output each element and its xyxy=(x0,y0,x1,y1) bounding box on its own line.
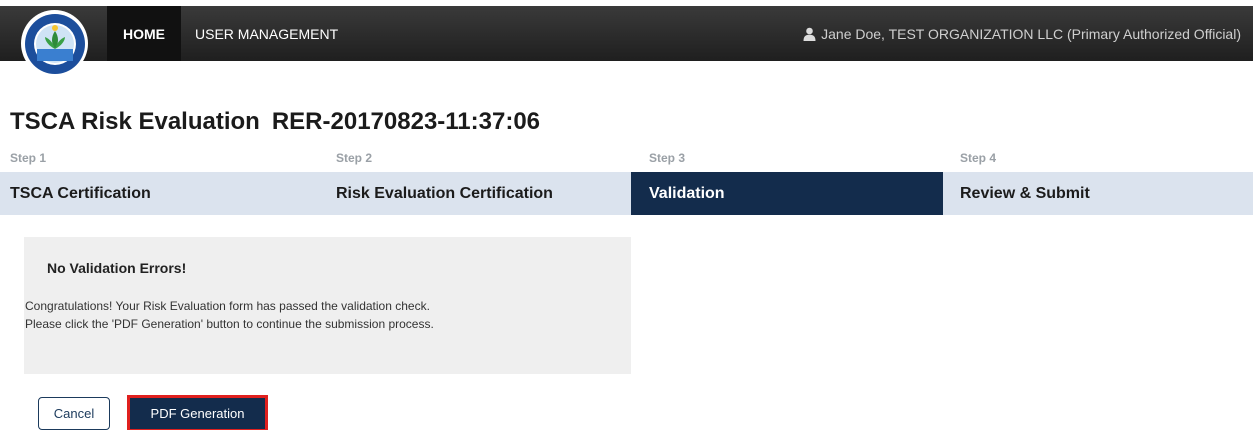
epa-seal-icon xyxy=(24,13,85,74)
page-title: TSCA Risk Evaluation RER-20170823-11:37:0… xyxy=(10,108,540,136)
step-progress: Step 1 Step 2 Step 3 Step 4 TSCA Certifi… xyxy=(0,143,1253,215)
record-id: RER-20170823-11:37:06 xyxy=(271,108,541,135)
user-account-info[interactable]: Jane Doe, TEST ORGANIZATION LLC (Primary… xyxy=(803,6,1241,61)
validation-message-line-2: Please click the 'PDF Generation' button… xyxy=(25,317,434,331)
validation-heading: No Validation Errors! xyxy=(47,260,187,276)
step-tsca-certification[interactable]: TSCA Certification xyxy=(0,172,326,215)
step-4-label: Step 4 xyxy=(960,151,997,165)
top-nav-bar: HOME USER MANAGEMENT Jane Doe, TEST ORGA… xyxy=(0,6,1253,61)
pdf-generation-button[interactable]: PDF Generation xyxy=(130,398,265,429)
user-icon xyxy=(803,27,816,41)
epa-seal-logo[interactable] xyxy=(21,10,88,77)
validation-message: Congratulations! Your Risk Evaluation fo… xyxy=(25,297,434,333)
pdf-generation-highlight: PDF Generation xyxy=(127,395,268,430)
page-title-main: TSCA Risk Evaluation xyxy=(10,108,260,135)
user-account-text: Jane Doe, TEST ORGANIZATION LLC (Primary… xyxy=(821,25,1241,42)
step-risk-evaluation-certification[interactable]: Risk Evaluation Certification xyxy=(326,172,631,215)
validation-message-line-1: Congratulations! Your Risk Evaluation fo… xyxy=(25,299,430,313)
step-2-label: Step 2 xyxy=(336,151,373,165)
step-3-label: Step 3 xyxy=(649,151,686,165)
step-validation[interactable]: Validation xyxy=(631,172,943,215)
step-review-submit[interactable]: Review & Submit xyxy=(943,172,1253,215)
nav-home-link[interactable]: HOME xyxy=(107,6,181,61)
cancel-button[interactable]: Cancel xyxy=(38,397,110,430)
nav-user-management-link[interactable]: USER MANAGEMENT xyxy=(195,6,338,61)
validation-result-panel: No Validation Errors! Congratulations! Y… xyxy=(24,237,631,374)
step-1-label: Step 1 xyxy=(10,151,47,165)
